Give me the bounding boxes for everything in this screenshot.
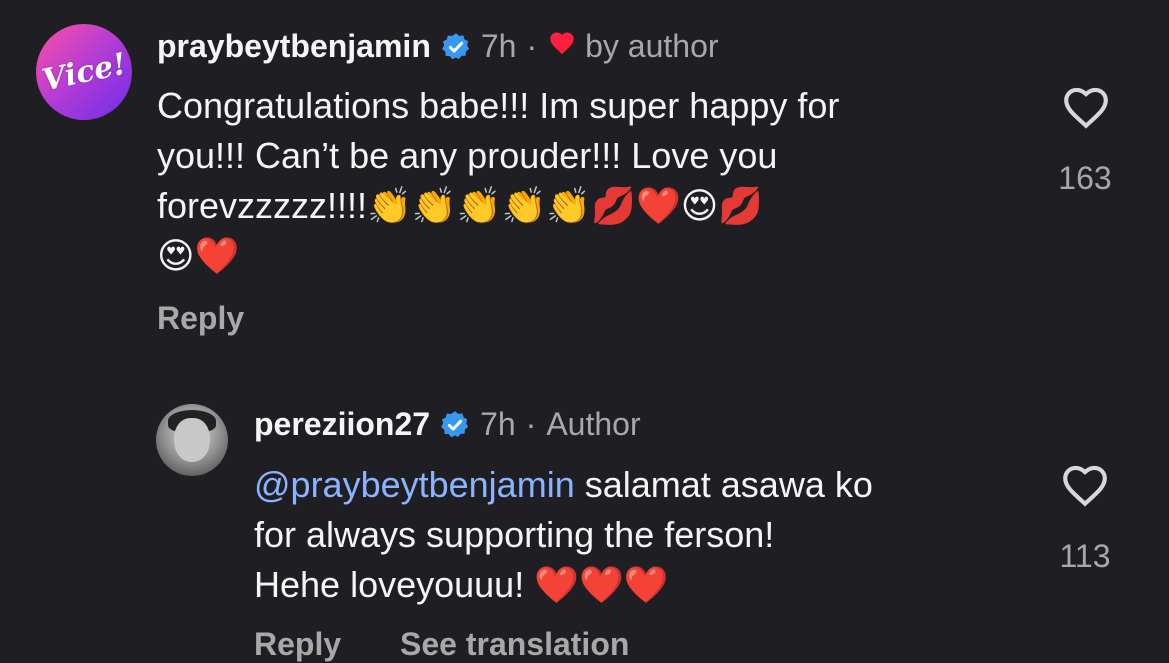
username[interactable]: pereziion27: [254, 406, 430, 443]
liked-by-author-label: by author: [585, 28, 719, 64]
reply-header: pereziion27 7h · Author: [254, 406, 641, 443]
comment-line: you!!! Can’t be any prouder!!! Love you: [157, 135, 778, 176]
comment-line: Congratulations babe!!! Im super happy f…: [157, 85, 840, 126]
comment-line: 😍❤️: [157, 235, 240, 276]
reply-text: @praybeytbenjamin salamat asawa ko for a…: [254, 460, 873, 610]
timestamp: 7h: [480, 28, 517, 64]
comment-text: Congratulations babe!!! Im super happy f…: [157, 81, 839, 281]
separator: ·: [525, 406, 537, 442]
comment-header: praybeytbenjamin 7h · by author: [157, 28, 719, 65]
timestamp: 7h: [480, 406, 516, 442]
like-heart-icon[interactable]: [1061, 84, 1111, 130]
username[interactable]: praybeytbenjamin: [157, 28, 431, 65]
separator: ·: [526, 28, 538, 64]
like-count: 113: [1059, 538, 1111, 574]
verified-badge-icon: [440, 410, 470, 440]
author-label: Author: [546, 406, 641, 442]
like-heart-icon[interactable]: [1060, 462, 1110, 508]
avatar[interactable]: [156, 404, 228, 476]
reply-button[interactable]: Reply: [254, 626, 341, 663]
reply-line: Hehe loveyouuu! ❤️❤️❤️: [254, 564, 669, 605]
reply-line: @praybeytbenjamin salamat asawa ko: [254, 460, 873, 510]
avatar[interactable]: Vice!: [36, 24, 132, 120]
comment-line: forevzzzzz!!!!👏👏👏👏👏💋❤️😍💋: [157, 185, 764, 226]
see-translation-button[interactable]: See translation: [400, 626, 629, 663]
avatar-logo: Vice!: [38, 46, 130, 98]
mention-link[interactable]: @praybeytbenjamin: [254, 464, 575, 505]
verified-badge-icon: [441, 32, 471, 62]
like-count: 163: [1058, 160, 1112, 196]
reply-button[interactable]: Reply: [157, 300, 244, 337]
reply-line-rest: salamat asawa ko: [574, 464, 873, 505]
liked-heart-icon: [547, 29, 577, 65]
reply-line: for always supporting the ferson!: [254, 514, 775, 555]
